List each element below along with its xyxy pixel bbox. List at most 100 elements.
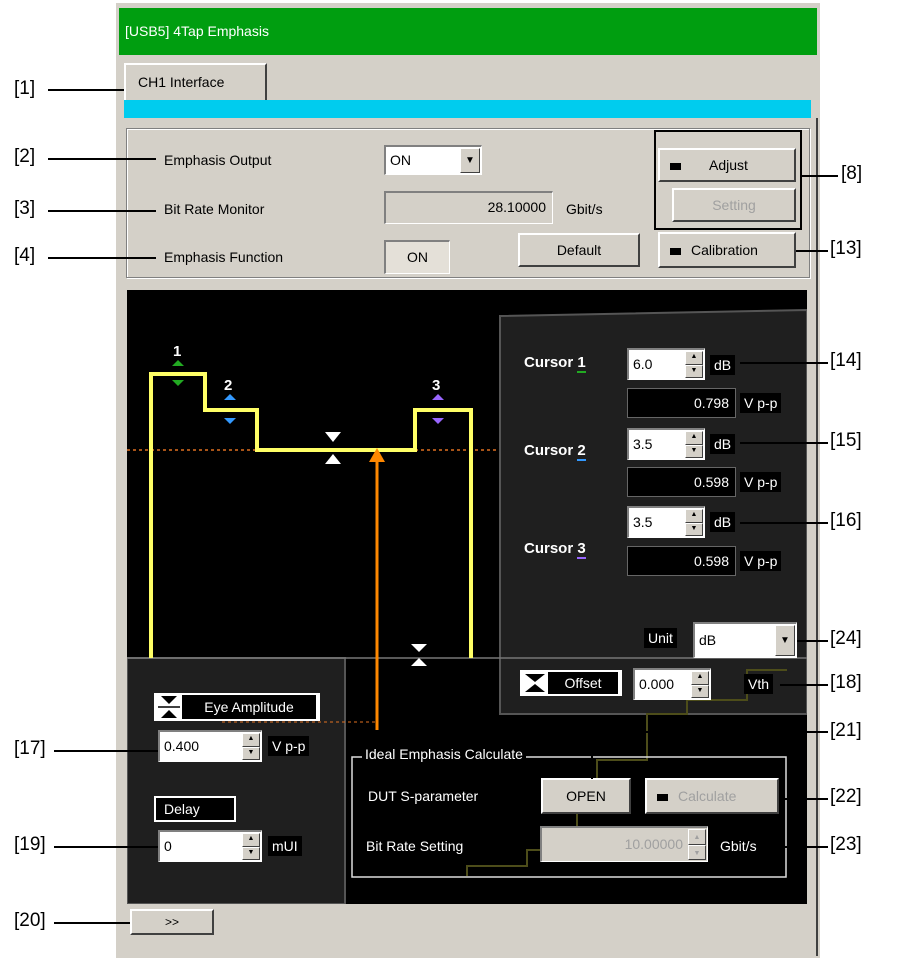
- spinner-icon[interactable]: ▲ ▼: [242, 733, 260, 760]
- spinner-icon[interactable]: ▲ ▼: [688, 829, 706, 860]
- calculate-button[interactable]: Calculate: [645, 778, 779, 814]
- adjust-button[interactable]: Adjust: [658, 148, 796, 182]
- leader-line: [48, 89, 124, 91]
- bit-rate-setting-input[interactable]: 10.00000 ▲ ▼: [540, 826, 708, 862]
- up-arrow-icon: [224, 394, 236, 400]
- leader-line: [591, 731, 593, 779]
- callout-3: [3]: [14, 198, 36, 219]
- callout-1: [1]: [14, 78, 36, 99]
- leader-line: [740, 522, 828, 524]
- offset-value: 0.000: [639, 676, 675, 692]
- eye-amplitude-unit: V p-p: [268, 736, 310, 756]
- leader-line: [740, 442, 828, 444]
- callout-4: [4]: [14, 245, 36, 266]
- expand-button[interactable]: >>: [130, 909, 214, 935]
- leader-line: [802, 175, 838, 177]
- setting-button[interactable]: Setting: [672, 188, 796, 222]
- callout-2: [2]: [14, 146, 36, 167]
- leader-line: [54, 750, 158, 752]
- eye-amplitude-value: 0.400: [164, 738, 200, 754]
- spinner-icon[interactable]: ▲ ▼: [242, 833, 260, 860]
- cursor-3-db-value: 3.5: [633, 514, 653, 530]
- eye-amplitude-button[interactable]: Eye Amplitude: [154, 693, 320, 721]
- offset-handle-icon: [411, 644, 427, 652]
- emphasis-output-value: ON: [390, 152, 411, 168]
- unit-value: dB: [699, 632, 717, 648]
- marker-2: 2: [224, 377, 232, 394]
- emphasis-waveform: [149, 372, 473, 658]
- delay-label: Delay: [156, 798, 234, 820]
- led-indicator-icon: [670, 162, 681, 170]
- callout-13: [13]: [830, 238, 862, 259]
- emphasis-output-select[interactable]: ON ▼: [384, 145, 482, 175]
- callout-19: [19]: [14, 834, 46, 855]
- open-button[interactable]: OPEN: [541, 778, 631, 814]
- tab-accent-bar: [124, 100, 811, 118]
- leader-line: [592, 731, 828, 733]
- cursor-2-label: Cursor 2: [524, 442, 586, 461]
- cursor-2-vpp-unit: V p-p: [740, 472, 782, 492]
- callout-21: [21]: [830, 720, 862, 741]
- cursor-1-vpp-value: 0.798: [627, 388, 736, 418]
- eye-amplitude-input[interactable]: 0.400 ▲ ▼: [158, 730, 262, 762]
- leader-line: [54, 846, 158, 848]
- spinner-icon[interactable]: ▲ ▼: [691, 671, 709, 698]
- callout-24: [24]: [830, 628, 862, 649]
- delay-value: 0: [164, 838, 172, 854]
- emphasis-function-label: Emphasis Function: [164, 249, 284, 265]
- cursor-1-db-unit: dB: [710, 355, 736, 375]
- offset-label: Offset: [548, 672, 618, 694]
- dut-sparameter-label: DUT S-parameter: [364, 786, 483, 806]
- eye-amplitude-label: Eye Amplitude: [182, 695, 316, 719]
- leader-line: [780, 684, 828, 686]
- spinner-icon[interactable]: ▲ ▼: [685, 509, 703, 536]
- offset-unit: Vth: [744, 674, 774, 694]
- callout-23: [23]: [830, 834, 862, 855]
- callout-20: [20]: [14, 910, 46, 931]
- cursor-2-db-input[interactable]: 3.5 ▲ ▼: [627, 428, 705, 460]
- cursor-2-num: 2: [577, 442, 586, 461]
- amplitude-handle-icon: [325, 454, 341, 464]
- calibration-label: Calibration: [691, 242, 758, 258]
- cursor-1-db-value: 6.0: [633, 356, 653, 372]
- leader-line: [48, 210, 156, 212]
- chevron-down-icon[interactable]: ▼: [775, 625, 795, 656]
- marker-3: 3: [432, 377, 440, 394]
- cursor-1-label: Cursor 1: [524, 354, 586, 373]
- eye-amplitude-icon: [158, 696, 180, 718]
- bit-rate-setting-unit: Gbit/s: [716, 836, 761, 856]
- spinner-icon[interactable]: ▲ ▼: [685, 351, 703, 378]
- chevron-down-icon[interactable]: ▼: [460, 148, 480, 173]
- cursor-1-db-input[interactable]: 6.0 ▲ ▼: [627, 348, 705, 380]
- cursor-3-label: Cursor 3: [524, 540, 586, 559]
- up-arrow-icon: [172, 360, 184, 366]
- emphasis-function-toggle[interactable]: ON: [384, 240, 450, 274]
- bit-rate-setting-value: 10.00000: [624, 836, 683, 852]
- offset-input[interactable]: 0.000 ▲ ▼: [633, 668, 711, 700]
- unit-select[interactable]: dB ▼: [693, 622, 797, 658]
- spinner-icon[interactable]: ▲ ▼: [685, 431, 703, 458]
- delay-input[interactable]: 0 ▲ ▼: [158, 830, 262, 862]
- bit-rate-monitor-value: 28.10000: [384, 191, 553, 224]
- calibration-button[interactable]: Calibration: [658, 232, 796, 268]
- cursor-2-vpp-value: 0.598: [627, 467, 736, 497]
- offset-button[interactable]: Offset: [520, 670, 622, 696]
- tab-ch1-interface[interactable]: CH1 Interface: [124, 63, 267, 101]
- cursor-3-db-input[interactable]: 3.5 ▲ ▼: [627, 506, 705, 538]
- offset-icon: [525, 674, 545, 692]
- cursor-3-vpp-unit: V p-p: [740, 551, 782, 571]
- up-arrow-icon: [432, 394, 444, 400]
- delay-button[interactable]: Delay: [154, 796, 236, 822]
- bit-rate-setting-label: Bit Rate Setting: [362, 836, 468, 856]
- callout-16: [16]: [830, 510, 862, 531]
- default-button[interactable]: Default: [518, 233, 640, 267]
- leader-line: [54, 922, 130, 924]
- callout-18: [18]: [830, 672, 862, 693]
- amplitude-handle-icon: [325, 432, 341, 442]
- ideal-group-label: Ideal Emphasis Calculate: [362, 746, 526, 762]
- cursor-1-vpp-unit: V p-p: [740, 393, 782, 413]
- leader-line: [796, 250, 828, 252]
- leader-line: [776, 846, 828, 848]
- cursor-3-num: 3: [577, 540, 586, 559]
- cursor-3-db-unit: dB: [710, 512, 736, 532]
